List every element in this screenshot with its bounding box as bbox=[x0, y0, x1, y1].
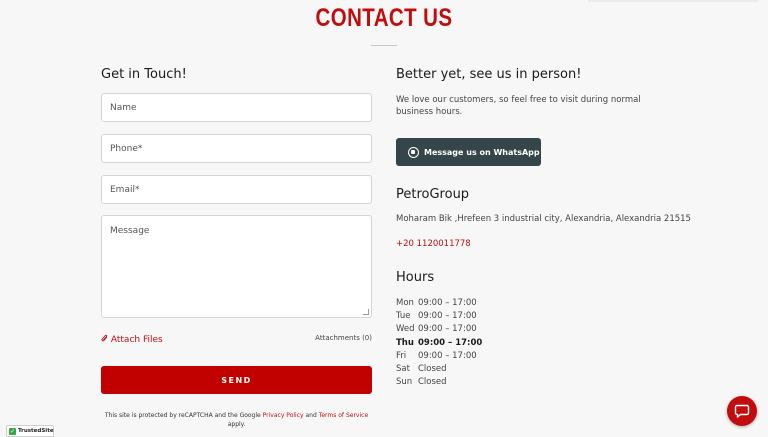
name-field[interactable]: Name bbox=[101, 93, 372, 122]
hours-day: Wed bbox=[396, 324, 415, 335]
chat-bubble-icon bbox=[734, 404, 750, 418]
attachments-count: Attachments (0) bbox=[315, 334, 372, 342]
trustedsite-label: TrustedSite bbox=[18, 428, 54, 434]
visit-heading: Better yet, see us in person! bbox=[396, 67, 582, 82]
phone-placeholder: Phone* bbox=[110, 144, 143, 154]
phone-link[interactable]: +20 1120011778 bbox=[396, 239, 471, 249]
hours-day: Thu bbox=[396, 337, 414, 348]
hours-table: Mon 09:00 – 17:00 Tue 09:00 – 17:00 Wed 09:00… bbox=[396, 297, 482, 389]
hours-row: Thu 09:00 – 17:00 bbox=[396, 337, 482, 350]
hours-row: Sun Closed bbox=[396, 376, 482, 389]
trustedsite-badge[interactable]: ✓ TrustedSite bbox=[6, 425, 54, 437]
recaptcha-and: and bbox=[305, 412, 317, 419]
hours-row: Wed 09:00 – 17:00 bbox=[396, 323, 482, 336]
hours-time: Closed bbox=[418, 377, 447, 388]
send-button[interactable]: SEND bbox=[101, 366, 372, 394]
hours-time: 09:00 – 17:00 bbox=[418, 337, 483, 348]
name-placeholder: Name bbox=[110, 103, 137, 113]
whatsapp-label: Message us on WhatsApp bbox=[424, 147, 540, 157]
email-field[interactable]: Email* bbox=[101, 175, 372, 204]
message-field[interactable]: Message bbox=[101, 215, 372, 318]
terms-of-service-link[interactable]: Terms of Service bbox=[319, 412, 368, 419]
attach-files-link[interactable]: Attach Files bbox=[101, 334, 163, 345]
hours-time: 09:00 – 17:00 bbox=[418, 298, 477, 308]
paperclip-icon bbox=[101, 334, 108, 342]
hours-time: 09:00 – 17:00 bbox=[418, 324, 477, 335]
page-title: CONTACT US bbox=[315, 4, 453, 32]
hours-row: Mon 09:00 – 17:00 bbox=[396, 297, 482, 310]
hours-heading: Hours bbox=[396, 270, 435, 285]
hours-row: Tue 09:00 – 17:00 bbox=[396, 310, 482, 323]
top-shade bbox=[588, 0, 758, 2]
attach-files-label: Attach Files bbox=[110, 335, 163, 345]
whatsapp-button[interactable]: Message us on WhatsApp bbox=[396, 138, 541, 166]
hours-day: Sat bbox=[396, 363, 410, 374]
hours-time: 09:00 – 17:00 bbox=[418, 350, 477, 361]
hours-day: Mon bbox=[396, 298, 414, 308]
title-divider bbox=[371, 45, 397, 46]
email-placeholder: Email* bbox=[110, 185, 140, 195]
resize-grip-icon[interactable] bbox=[363, 309, 369, 315]
message-placeholder: Message bbox=[110, 226, 150, 236]
check-icon: ✓ bbox=[9, 427, 16, 435]
form-heading: Get in Touch! bbox=[101, 67, 187, 82]
recaptcha-suffix: apply. bbox=[227, 421, 246, 428]
hours-row: Fri 09:00 – 17:00 bbox=[396, 350, 482, 363]
business-name: PetroGroup bbox=[396, 187, 470, 202]
hours-day: Sun bbox=[396, 377, 413, 388]
privacy-policy-link[interactable]: Privacy Policy bbox=[263, 412, 304, 419]
whatsapp-icon bbox=[408, 146, 419, 158]
recaptcha-note: This site is protected by reCAPTCHA and … bbox=[101, 411, 372, 429]
hours-row: Sat Closed bbox=[396, 363, 482, 376]
recaptcha-prefix: This site is protected by reCAPTCHA and … bbox=[104, 412, 261, 419]
business-address: Moharam Bik ,Hrefeen 3 industrial city, … bbox=[396, 214, 691, 224]
hours-time: Closed bbox=[418, 363, 447, 374]
chat-button[interactable] bbox=[727, 396, 757, 426]
hours-time: 09:00 – 17:00 bbox=[418, 311, 477, 322]
hours-day: Fri bbox=[396, 350, 407, 361]
phone-field[interactable]: Phone* bbox=[101, 134, 372, 163]
hours-day: Tue bbox=[396, 311, 411, 322]
visit-intro: We love our customers, so feel free to v… bbox=[396, 95, 641, 117]
